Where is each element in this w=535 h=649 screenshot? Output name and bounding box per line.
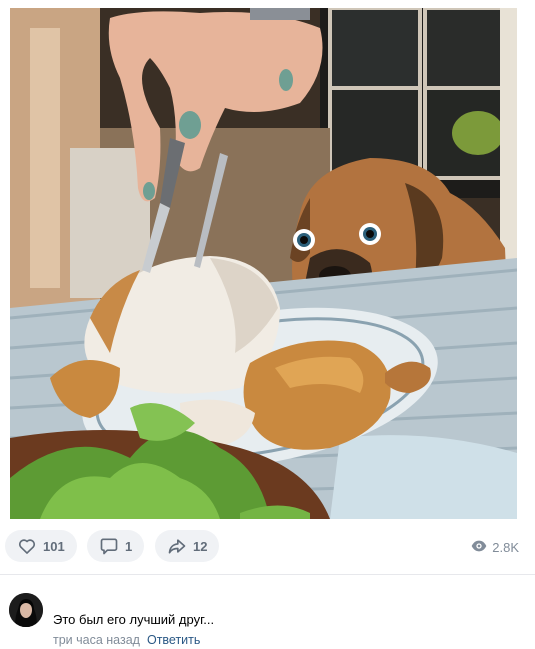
comment-meta: три часа назад Ответить: [53, 633, 200, 647]
divider: [0, 574, 535, 575]
comment-item: Это был его лучший друг... три часа наза…: [0, 590, 535, 649]
post-actions-bar: 101 1 12 2.8K: [0, 528, 535, 564]
comment-icon: [99, 536, 119, 556]
views-count: 2.8K: [492, 540, 519, 555]
comment-button[interactable]: 1: [87, 530, 145, 562]
reply-link[interactable]: Ответить: [147, 633, 200, 647]
heart-icon: [17, 536, 37, 556]
like-count: 101: [43, 538, 65, 554]
share-count: 12: [193, 538, 208, 554]
eye-icon: [471, 538, 487, 557]
post-photo-illustration: [10, 8, 517, 519]
views-counter: 2.8K: [471, 538, 519, 557]
comment-text: Это был его лучший друг...: [53, 612, 215, 627]
comment-count: 1: [125, 538, 133, 554]
avatar[interactable]: [9, 593, 43, 627]
share-button[interactable]: 12: [155, 530, 220, 562]
like-button[interactable]: 101: [5, 530, 77, 562]
comment-time: три часа назад: [53, 633, 140, 647]
post-photo[interactable]: [10, 8, 517, 519]
share-icon: [167, 536, 187, 556]
